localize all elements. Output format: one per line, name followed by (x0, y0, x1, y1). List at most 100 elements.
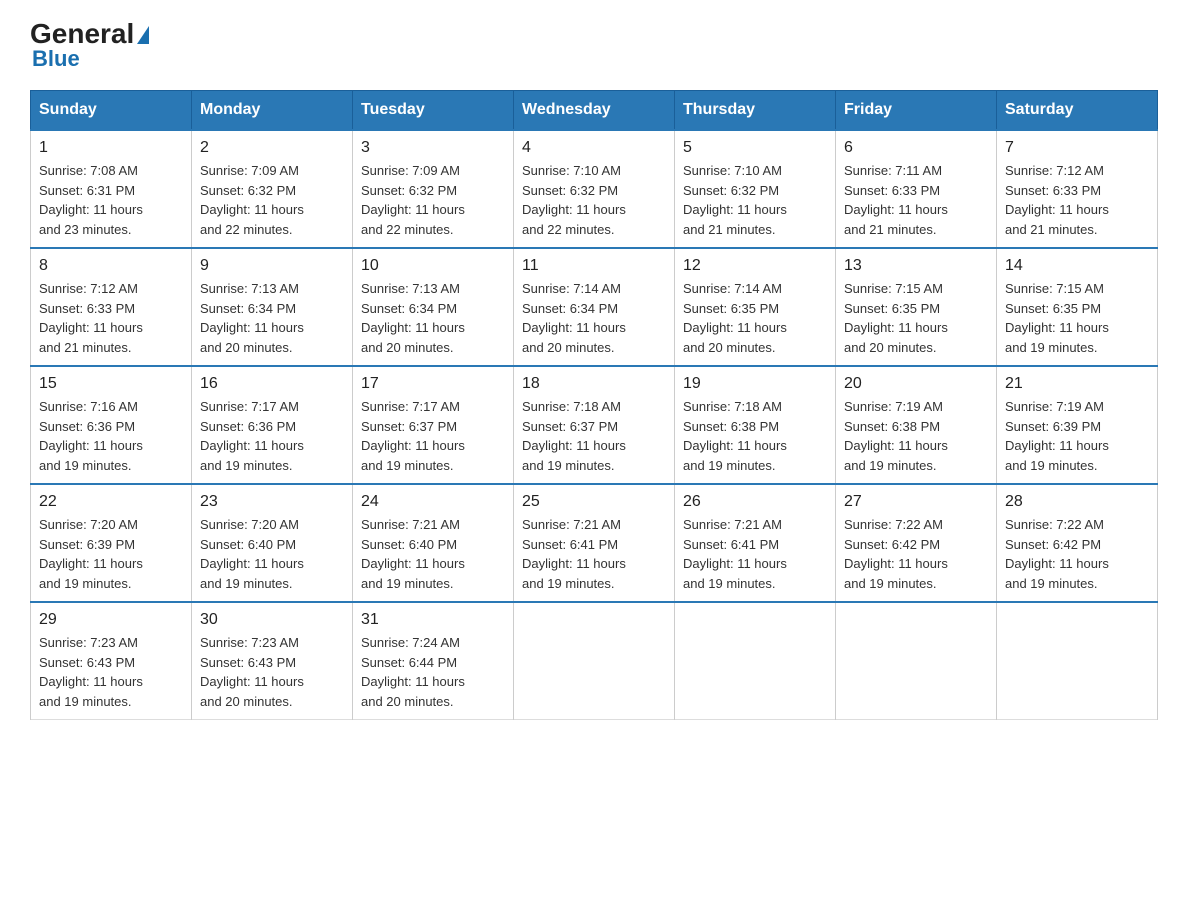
calendar-cell: 14 Sunrise: 7:15 AMSunset: 6:35 PMDaylig… (997, 248, 1158, 366)
day-number: 15 (39, 375, 183, 393)
day-number: 13 (844, 257, 988, 275)
calendar-cell: 3 Sunrise: 7:09 AMSunset: 6:32 PMDayligh… (353, 130, 514, 248)
calendar-cell: 21 Sunrise: 7:19 AMSunset: 6:39 PMDaylig… (997, 366, 1158, 484)
day-info: Sunrise: 7:17 AMSunset: 6:37 PMDaylight:… (361, 397, 505, 475)
calendar-table: SundayMondayTuesdayWednesdayThursdayFrid… (30, 90, 1158, 720)
calendar-cell: 18 Sunrise: 7:18 AMSunset: 6:37 PMDaylig… (514, 366, 675, 484)
day-info: Sunrise: 7:10 AMSunset: 6:32 PMDaylight:… (683, 161, 827, 239)
day-number: 31 (361, 611, 505, 629)
calendar-cell: 15 Sunrise: 7:16 AMSunset: 6:36 PMDaylig… (31, 366, 192, 484)
day-number: 21 (1005, 375, 1149, 393)
header-monday: Monday (192, 91, 353, 131)
day-info: Sunrise: 7:20 AMSunset: 6:39 PMDaylight:… (39, 515, 183, 593)
page-header: General Blue (30, 20, 1158, 70)
header-friday: Friday (836, 91, 997, 131)
day-info: Sunrise: 7:13 AMSunset: 6:34 PMDaylight:… (361, 279, 505, 357)
day-info: Sunrise: 7:15 AMSunset: 6:35 PMDaylight:… (1005, 279, 1149, 357)
day-info: Sunrise: 7:21 AMSunset: 6:41 PMDaylight:… (683, 515, 827, 593)
calendar-cell: 13 Sunrise: 7:15 AMSunset: 6:35 PMDaylig… (836, 248, 997, 366)
logo-blue-text: Blue (32, 48, 80, 70)
day-info: Sunrise: 7:17 AMSunset: 6:36 PMDaylight:… (200, 397, 344, 475)
day-number: 24 (361, 493, 505, 511)
day-info: Sunrise: 7:19 AMSunset: 6:38 PMDaylight:… (844, 397, 988, 475)
calendar-cell: 8 Sunrise: 7:12 AMSunset: 6:33 PMDayligh… (31, 248, 192, 366)
calendar-cell: 9 Sunrise: 7:13 AMSunset: 6:34 PMDayligh… (192, 248, 353, 366)
day-info: Sunrise: 7:13 AMSunset: 6:34 PMDaylight:… (200, 279, 344, 357)
calendar-week-row: 8 Sunrise: 7:12 AMSunset: 6:33 PMDayligh… (31, 248, 1158, 366)
calendar-cell: 17 Sunrise: 7:17 AMSunset: 6:37 PMDaylig… (353, 366, 514, 484)
day-info: Sunrise: 7:18 AMSunset: 6:38 PMDaylight:… (683, 397, 827, 475)
day-info: Sunrise: 7:18 AMSunset: 6:37 PMDaylight:… (522, 397, 666, 475)
calendar-cell (997, 602, 1158, 720)
day-number: 17 (361, 375, 505, 393)
day-number: 25 (522, 493, 666, 511)
calendar-cell: 25 Sunrise: 7:21 AMSunset: 6:41 PMDaylig… (514, 484, 675, 602)
calendar-cell: 29 Sunrise: 7:23 AMSunset: 6:43 PMDaylig… (31, 602, 192, 720)
day-info: Sunrise: 7:19 AMSunset: 6:39 PMDaylight:… (1005, 397, 1149, 475)
calendar-cell: 12 Sunrise: 7:14 AMSunset: 6:35 PMDaylig… (675, 248, 836, 366)
day-number: 23 (200, 493, 344, 511)
day-number: 5 (683, 139, 827, 157)
calendar-cell: 4 Sunrise: 7:10 AMSunset: 6:32 PMDayligh… (514, 130, 675, 248)
day-number: 12 (683, 257, 827, 275)
calendar-cell: 10 Sunrise: 7:13 AMSunset: 6:34 PMDaylig… (353, 248, 514, 366)
day-number: 1 (39, 139, 183, 157)
header-saturday: Saturday (997, 91, 1158, 131)
calendar-cell: 28 Sunrise: 7:22 AMSunset: 6:42 PMDaylig… (997, 484, 1158, 602)
day-number: 3 (361, 139, 505, 157)
day-number: 20 (844, 375, 988, 393)
day-info: Sunrise: 7:24 AMSunset: 6:44 PMDaylight:… (361, 633, 505, 711)
day-number: 26 (683, 493, 827, 511)
day-info: Sunrise: 7:08 AMSunset: 6:31 PMDaylight:… (39, 161, 183, 239)
calendar-cell: 26 Sunrise: 7:21 AMSunset: 6:41 PMDaylig… (675, 484, 836, 602)
calendar-cell: 7 Sunrise: 7:12 AMSunset: 6:33 PMDayligh… (997, 130, 1158, 248)
day-number: 7 (1005, 139, 1149, 157)
day-info: Sunrise: 7:14 AMSunset: 6:34 PMDaylight:… (522, 279, 666, 357)
day-number: 9 (200, 257, 344, 275)
day-number: 27 (844, 493, 988, 511)
calendar-week-row: 29 Sunrise: 7:23 AMSunset: 6:43 PMDaylig… (31, 602, 1158, 720)
day-info: Sunrise: 7:12 AMSunset: 6:33 PMDaylight:… (39, 279, 183, 357)
day-info: Sunrise: 7:16 AMSunset: 6:36 PMDaylight:… (39, 397, 183, 475)
calendar-cell: 16 Sunrise: 7:17 AMSunset: 6:36 PMDaylig… (192, 366, 353, 484)
day-info: Sunrise: 7:09 AMSunset: 6:32 PMDaylight:… (361, 161, 505, 239)
day-number: 11 (522, 257, 666, 275)
day-info: Sunrise: 7:10 AMSunset: 6:32 PMDaylight:… (522, 161, 666, 239)
day-info: Sunrise: 7:21 AMSunset: 6:40 PMDaylight:… (361, 515, 505, 593)
day-info: Sunrise: 7:14 AMSunset: 6:35 PMDaylight:… (683, 279, 827, 357)
day-number: 2 (200, 139, 344, 157)
header-thursday: Thursday (675, 91, 836, 131)
day-number: 28 (1005, 493, 1149, 511)
calendar-cell: 20 Sunrise: 7:19 AMSunset: 6:38 PMDaylig… (836, 366, 997, 484)
calendar-cell: 27 Sunrise: 7:22 AMSunset: 6:42 PMDaylig… (836, 484, 997, 602)
calendar-cell: 24 Sunrise: 7:21 AMSunset: 6:40 PMDaylig… (353, 484, 514, 602)
calendar-cell (836, 602, 997, 720)
day-number: 18 (522, 375, 666, 393)
day-info: Sunrise: 7:22 AMSunset: 6:42 PMDaylight:… (1005, 515, 1149, 593)
calendar-cell (514, 602, 675, 720)
calendar-cell: 19 Sunrise: 7:18 AMSunset: 6:38 PMDaylig… (675, 366, 836, 484)
day-info: Sunrise: 7:15 AMSunset: 6:35 PMDaylight:… (844, 279, 988, 357)
logo-general-text: General (30, 20, 149, 48)
calendar-cell: 22 Sunrise: 7:20 AMSunset: 6:39 PMDaylig… (31, 484, 192, 602)
logo: General Blue (30, 20, 149, 70)
day-number: 4 (522, 139, 666, 157)
header-tuesday: Tuesday (353, 91, 514, 131)
day-number: 16 (200, 375, 344, 393)
calendar-week-row: 15 Sunrise: 7:16 AMSunset: 6:36 PMDaylig… (31, 366, 1158, 484)
day-info: Sunrise: 7:23 AMSunset: 6:43 PMDaylight:… (39, 633, 183, 711)
calendar-cell: 23 Sunrise: 7:20 AMSunset: 6:40 PMDaylig… (192, 484, 353, 602)
day-number: 14 (1005, 257, 1149, 275)
day-number: 10 (361, 257, 505, 275)
day-info: Sunrise: 7:20 AMSunset: 6:40 PMDaylight:… (200, 515, 344, 593)
calendar-week-row: 22 Sunrise: 7:20 AMSunset: 6:39 PMDaylig… (31, 484, 1158, 602)
day-info: Sunrise: 7:21 AMSunset: 6:41 PMDaylight:… (522, 515, 666, 593)
calendar-cell: 5 Sunrise: 7:10 AMSunset: 6:32 PMDayligh… (675, 130, 836, 248)
day-info: Sunrise: 7:09 AMSunset: 6:32 PMDaylight:… (200, 161, 344, 239)
header-wednesday: Wednesday (514, 91, 675, 131)
day-number: 30 (200, 611, 344, 629)
calendar-cell: 31 Sunrise: 7:24 AMSunset: 6:44 PMDaylig… (353, 602, 514, 720)
day-number: 29 (39, 611, 183, 629)
calendar-cell: 1 Sunrise: 7:08 AMSunset: 6:31 PMDayligh… (31, 130, 192, 248)
day-number: 22 (39, 493, 183, 511)
